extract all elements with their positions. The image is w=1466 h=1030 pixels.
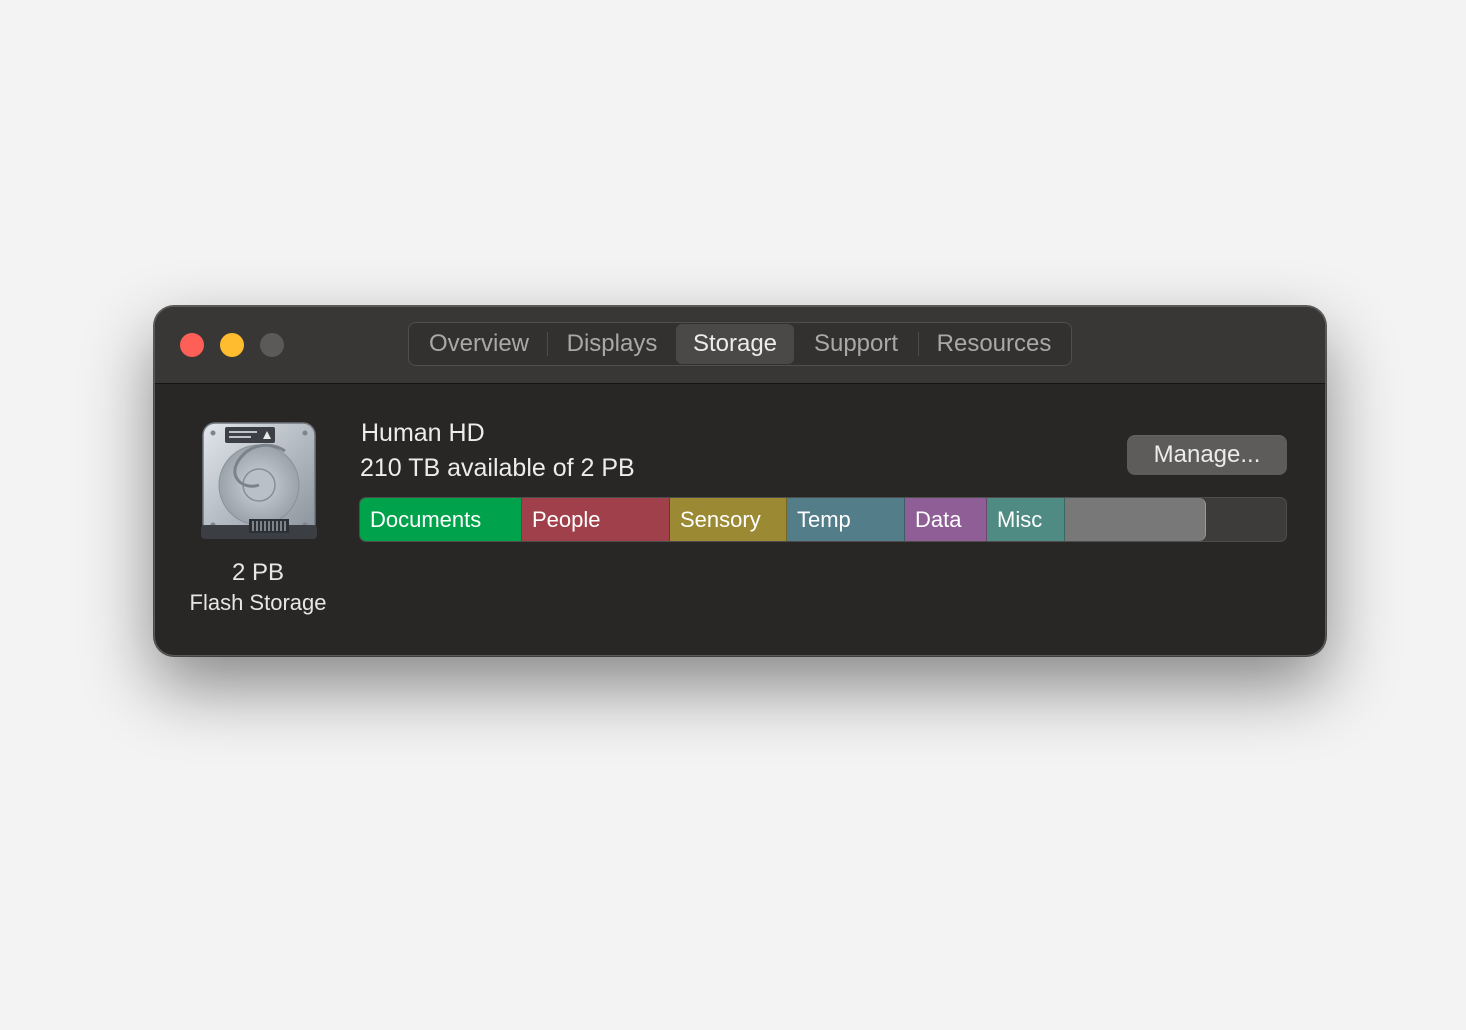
close-window-button[interactable] [180, 333, 204, 357]
tab-resources[interactable]: Resources [919, 324, 1069, 364]
title-bar: Overview Displays Storage Support Resour… [155, 307, 1325, 384]
disk-capacity: 2 PB [231, 559, 285, 586]
storage-segment-other[interactable] [1065, 498, 1206, 541]
volume-availability: 210 TB available of 2 PB [360, 454, 635, 482]
storage-segment-misc[interactable]: Misc [987, 498, 1065, 541]
about-this-mac-window: Overview Displays Storage Support Resour… [154, 306, 1326, 656]
minimize-window-button[interactable] [220, 333, 244, 357]
tab-overview[interactable]: Overview [411, 324, 547, 364]
zoom-window-button[interactable] [260, 333, 284, 357]
storage-usage-bar: Documents People Sensory Temp Data Misc [359, 497, 1287, 542]
storage-segment-sensory[interactable]: Sensory [670, 498, 787, 541]
tab-displays[interactable]: Displays [548, 324, 676, 364]
storage-segment-data[interactable]: Data [905, 498, 987, 541]
volume-name: Human HD [361, 419, 485, 447]
tab-bar: Overview Displays Storage Support Resour… [408, 322, 1072, 366]
tab-support[interactable]: Support [794, 324, 918, 364]
storage-segment-temp[interactable]: Temp [787, 498, 905, 541]
storage-segment-documents[interactable]: Documents [360, 498, 522, 541]
storage-segment-people[interactable]: People [522, 498, 670, 541]
manage-button[interactable]: Manage... [1127, 435, 1287, 475]
hard-drive-icon [201, 421, 317, 541]
tab-storage[interactable]: Storage [676, 324, 794, 364]
disk-type: Flash Storage [189, 590, 327, 615]
